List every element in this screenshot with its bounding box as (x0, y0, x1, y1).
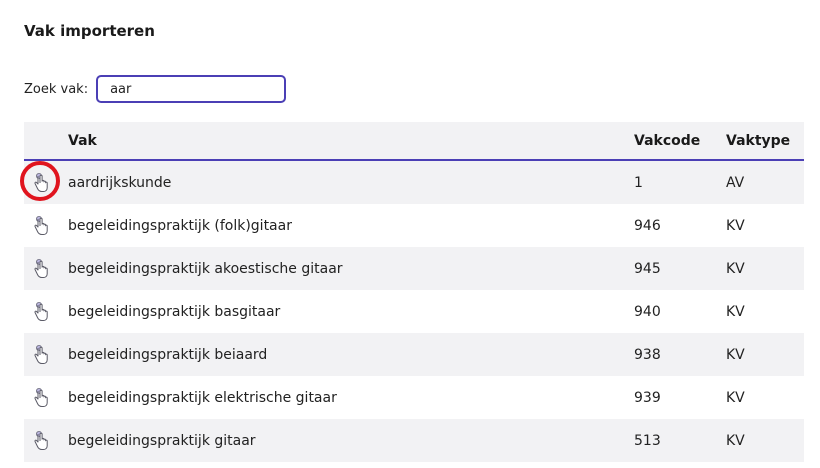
header-icon-column (24, 122, 68, 161)
table-row[interactable]: begeleidingspraktijk gitaar 513 KV (24, 419, 804, 462)
vak-table: Vak Vakcode Vaktype aardrijkskunde 1 AV … (20, 122, 804, 462)
row-vak: begeleidingspraktijk gitaar (68, 419, 634, 462)
table-row[interactable]: begeleidingspraktijk basgitaar 940 KV (24, 290, 804, 333)
row-action-cell[interactable] (24, 419, 68, 462)
row-action-cell[interactable] (24, 290, 68, 333)
row-vakcode: 513 (634, 419, 726, 462)
row-vak: aardrijkskunde (68, 160, 634, 204)
table-body: aardrijkskunde 1 AV begeleidingspraktijk… (20, 160, 804, 462)
row-vakcode: 938 (634, 333, 726, 376)
row-vaktype: KV (726, 419, 804, 462)
row-vakcode: 1 (634, 160, 726, 204)
row-vaktype: KV (726, 247, 804, 290)
row-action-cell[interactable] (24, 376, 68, 419)
header-vakcode[interactable]: Vakcode (634, 122, 726, 161)
search-label: Zoek vak: (24, 81, 89, 97)
row-vak: begeleidingspraktijk (folk)gitaar (68, 217, 292, 234)
row-vak: begeleidingspraktijk beiaard (68, 333, 634, 376)
row-vakcode: 939 (634, 389, 661, 406)
row-vaktype: KV (726, 303, 745, 320)
row-action-cell[interactable] (20, 160, 68, 204)
pointer-hand-icon[interactable] (32, 387, 50, 408)
search-input[interactable] (96, 75, 287, 103)
row-vakcode: 946 (634, 217, 661, 234)
row-action-cell[interactable] (24, 247, 68, 290)
row-action-cell[interactable] (24, 204, 68, 247)
pointer-hand-icon[interactable] (32, 215, 50, 236)
search-row: Zoek vak: (24, 74, 287, 104)
row-vakcode: 940 (634, 303, 661, 320)
header-vak[interactable]: Vak (68, 122, 634, 161)
table-row[interactable]: begeleidingspraktijk akoestische gitaar … (24, 247, 804, 290)
pointer-hand-icon[interactable] (32, 258, 50, 279)
pointer-hand-icon[interactable] (32, 172, 50, 193)
vak-import-page: Vak importeren Zoek vak: Vak Vakcode Vak… (0, 0, 820, 468)
table-row[interactable]: begeleidingspraktijk elektrische gitaar … (24, 376, 804, 419)
table-row[interactable]: begeleidingspraktijk beiaard 938 KV (24, 333, 804, 376)
row-vak: begeleidingspraktijk akoestische gitaar (68, 247, 634, 290)
row-vaktype: KV (726, 389, 745, 406)
pointer-hand-icon[interactable] (32, 344, 50, 365)
table-row[interactable]: aardrijkskunde 1 AV (20, 160, 804, 204)
page-title: Vak importeren (24, 22, 155, 40)
table-row[interactable]: begeleidingspraktijk (folk)gitaar 946 KV (24, 204, 804, 247)
row-action-cell[interactable] (24, 333, 68, 376)
pointer-hand-icon[interactable] (32, 430, 50, 451)
row-vaktype: AV (726, 160, 804, 204)
row-vak: begeleidingspraktijk elektrische gitaar (68, 389, 337, 406)
row-vaktype: KV (726, 217, 745, 234)
header-vaktype[interactable]: Vaktype (726, 122, 804, 161)
table-header-row: Vak Vakcode Vaktype (24, 122, 804, 161)
row-vak: begeleidingspraktijk basgitaar (68, 303, 281, 320)
row-vaktype: KV (726, 333, 804, 376)
row-vakcode: 945 (634, 247, 726, 290)
pointer-hand-icon[interactable] (32, 301, 50, 322)
